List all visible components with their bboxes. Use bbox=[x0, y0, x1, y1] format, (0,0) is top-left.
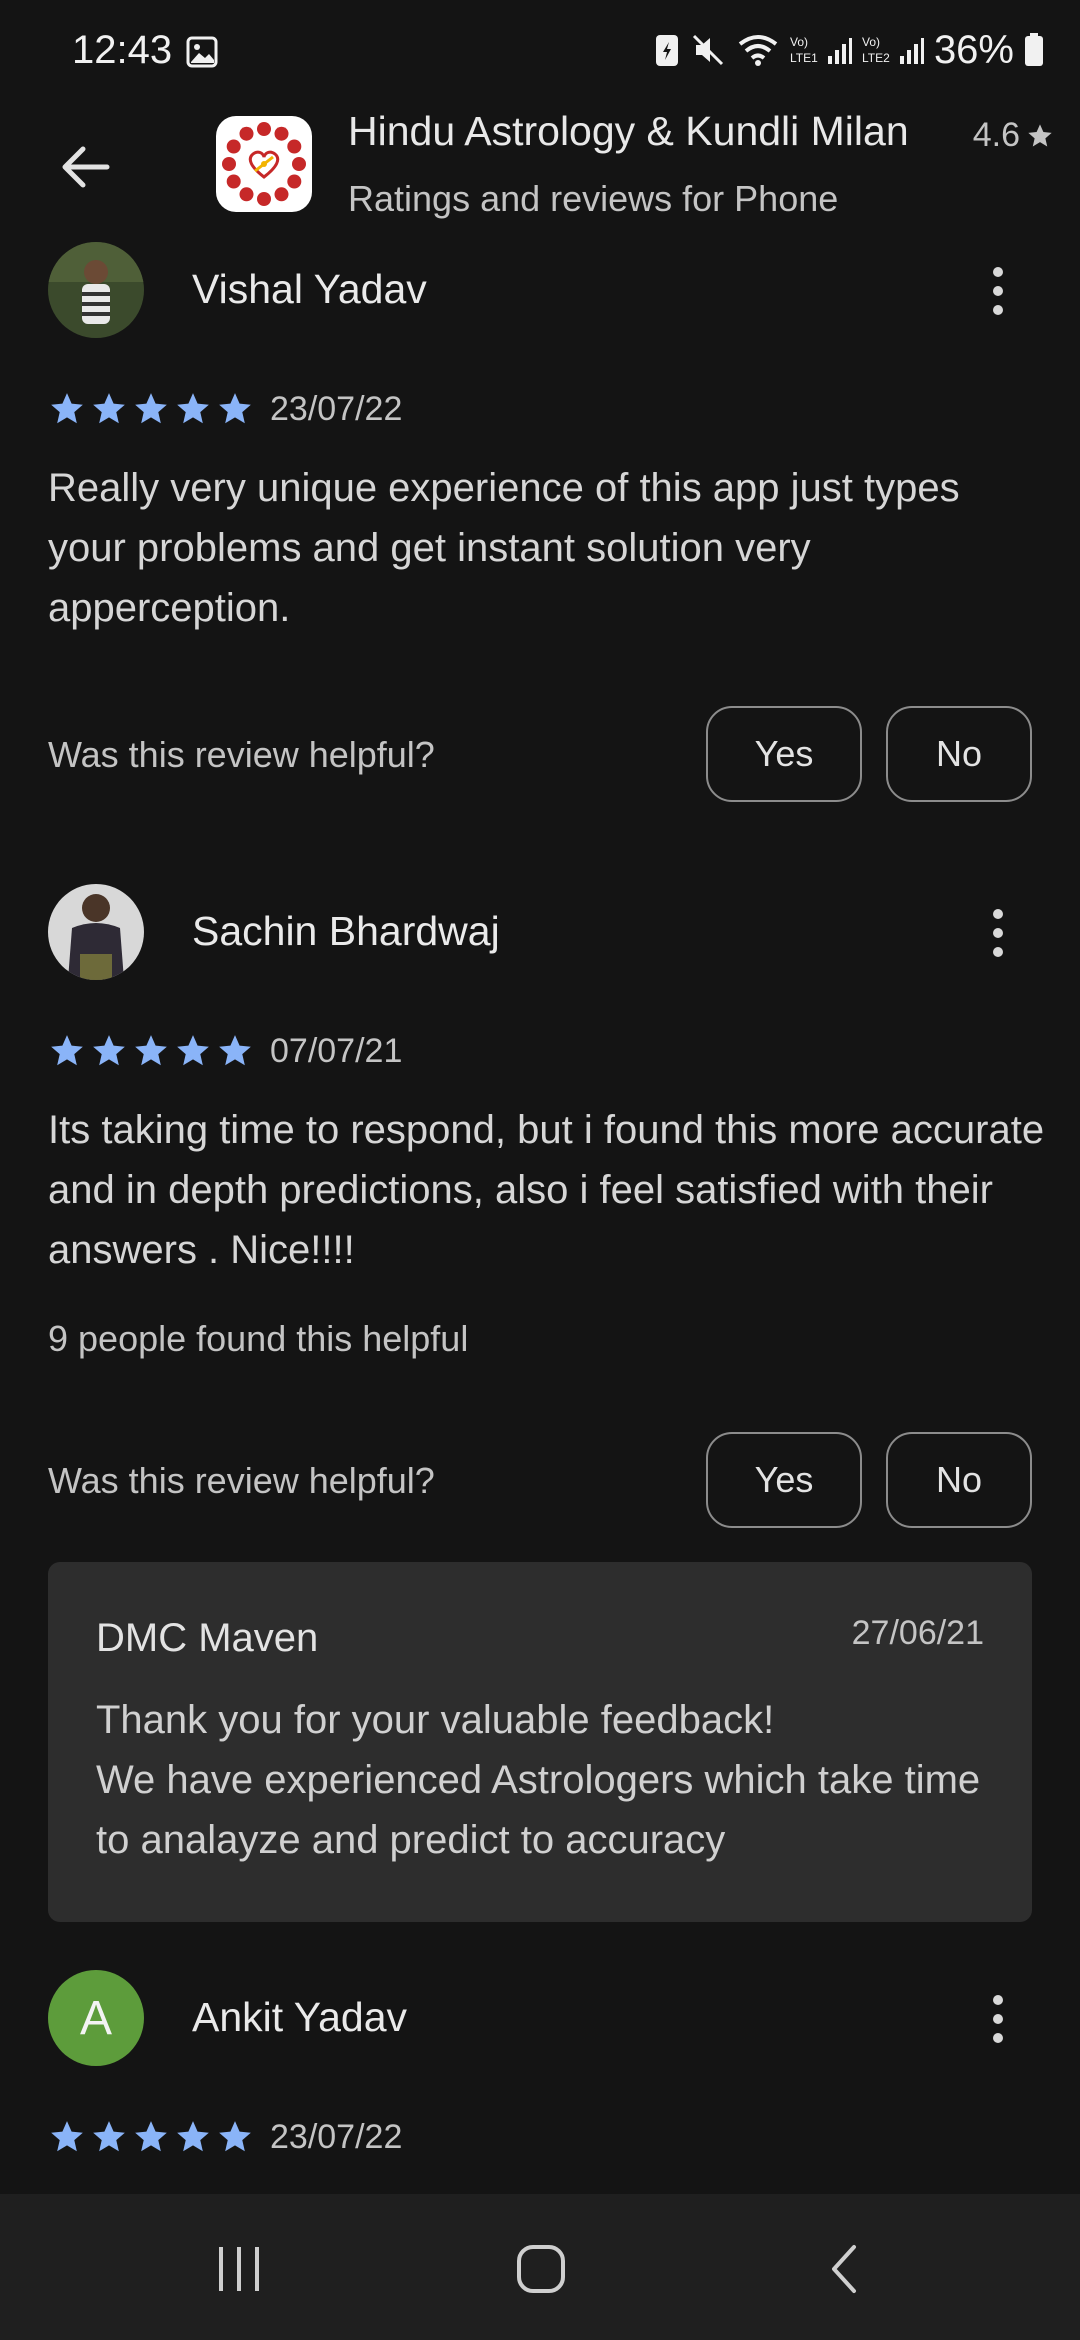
no-button[interactable]: No bbox=[886, 1432, 1032, 1528]
more-options-button[interactable] bbox=[978, 1984, 1018, 2054]
reply-text: Thank you for your valuable feedback! We… bbox=[96, 1698, 981, 1862]
person-photo-icon bbox=[48, 242, 144, 338]
reviewer-name: Ankit Yadav bbox=[192, 1994, 408, 2040]
back-nav-button[interactable] bbox=[800, 2234, 890, 2304]
battery-saver-icon bbox=[654, 32, 680, 68]
star-icon bbox=[219, 1035, 251, 1066]
chevron-left-icon bbox=[832, 2245, 856, 2293]
wifi-icon bbox=[736, 32, 780, 68]
star-icon bbox=[135, 393, 167, 424]
person-photo-icon bbox=[48, 884, 144, 980]
status-icons: Vo) LTE1 Vo) LTE2 36% bbox=[654, 26, 1044, 74]
home-button[interactable] bbox=[496, 2234, 586, 2304]
recent-apps-button[interactable] bbox=[194, 2234, 284, 2304]
mute-icon bbox=[690, 32, 726, 68]
reply-date: 27/06/21 bbox=[851, 1614, 984, 1652]
star-icon bbox=[177, 1035, 209, 1066]
arrow-left-icon bbox=[62, 146, 110, 188]
reviewer-name: Sachin Bhardwaj bbox=[192, 908, 500, 954]
review-text: Its taking time to respond, but i found … bbox=[48, 1108, 1045, 1272]
avatar: A bbox=[48, 1970, 144, 2066]
avatar bbox=[48, 242, 144, 338]
star-icon bbox=[219, 2121, 251, 2152]
star-icon bbox=[135, 2121, 167, 2152]
yes-button[interactable]: Yes bbox=[706, 1432, 862, 1528]
recents-icon bbox=[219, 2247, 259, 2291]
page-subtitle: Ratings and reviews for Phone bbox=[348, 178, 839, 219]
home-icon bbox=[517, 2245, 565, 2293]
review-date: 07/07/21 bbox=[270, 1032, 403, 1070]
star-icon bbox=[177, 2121, 209, 2152]
app-icon bbox=[216, 116, 312, 212]
more-options-button[interactable] bbox=[978, 898, 1018, 968]
signal-lte2-icon: Vo) LTE2 bbox=[862, 32, 924, 68]
developer-name: DMC Maven bbox=[96, 1616, 319, 1660]
battery-percent: 36% bbox=[933, 27, 1014, 72]
svg-text:Vo): Vo) bbox=[862, 35, 880, 49]
star-icon bbox=[93, 393, 125, 424]
review-date: 23/07/22 bbox=[270, 2118, 403, 2156]
svg-text:LTE1: LTE1 bbox=[790, 51, 818, 65]
helpful-question: Was this review helpful? bbox=[48, 1460, 435, 1501]
reviewer-name: Vishal Yadav bbox=[192, 266, 427, 312]
rating-value: 4.6 bbox=[972, 116, 1020, 154]
app-title: Hindu Astrology & Kundli Milan bbox=[348, 108, 909, 154]
app-rating: 4.6 bbox=[973, 116, 1054, 155]
system-nav-bar bbox=[0, 2194, 1080, 2340]
helpful-question: Was this review helpful? bbox=[48, 734, 435, 775]
star-icon bbox=[51, 393, 83, 424]
star-rating bbox=[48, 1032, 254, 1070]
more-options-button[interactable] bbox=[978, 256, 1018, 326]
star-rating bbox=[48, 2118, 254, 2156]
star-icon bbox=[177, 393, 209, 424]
no-button[interactable]: No bbox=[886, 706, 1032, 802]
star-icon bbox=[135, 1035, 167, 1066]
star-rating bbox=[48, 390, 254, 428]
review-text: Really very unique experience of this ap… bbox=[48, 466, 960, 630]
star-icon bbox=[219, 393, 251, 424]
svg-text:Vo): Vo) bbox=[790, 35, 808, 49]
star-icon bbox=[93, 1035, 125, 1066]
yes-button[interactable]: Yes bbox=[706, 706, 862, 802]
star-icon bbox=[51, 2121, 83, 2152]
star-icon bbox=[51, 1035, 83, 1066]
battery-icon bbox=[1024, 33, 1044, 67]
review-date: 23/07/22 bbox=[270, 390, 403, 428]
star-icon bbox=[1028, 123, 1052, 146]
back-button[interactable] bbox=[50, 132, 120, 202]
avatar bbox=[48, 884, 144, 980]
status-time: 12:43 bbox=[72, 28, 173, 72]
gallery-notification-icon bbox=[186, 36, 218, 68]
star-icon bbox=[93, 2121, 125, 2152]
svg-text:LTE2: LTE2 bbox=[862, 51, 890, 65]
signal-lte1-icon: Vo) LTE1 bbox=[790, 32, 852, 68]
helpful-count: 9 people found this helpful bbox=[48, 1318, 469, 1359]
developer-reply: DMC Maven 27/06/21 Thank you for your va… bbox=[48, 1562, 1032, 1922]
zodiac-wheel-icon bbox=[222, 122, 306, 206]
